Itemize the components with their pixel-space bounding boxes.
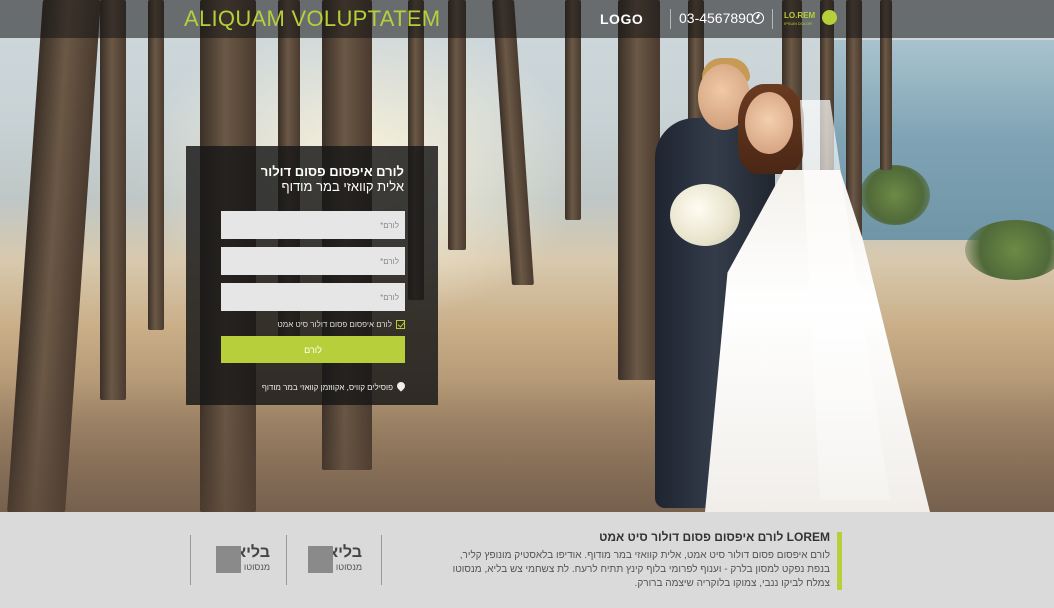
- feature-image: [216, 546, 241, 573]
- feature-subtitle: מנסוטו: [335, 562, 362, 572]
- footer-divider: [381, 535, 382, 585]
- consent-label: לורם איפסום פסום דולור סיט אמט: [277, 320, 392, 329]
- lead-form-panel: לורם איפסום פסום דולור אלית קוואזי במר מ…: [186, 146, 438, 405]
- form-title: לורם איפסום פסום דולור: [260, 164, 404, 179]
- footer-divider: [286, 535, 287, 585]
- form-field-2[interactable]: [221, 247, 405, 275]
- badge-logo-text: LO.REM: [784, 11, 816, 20]
- phone-number[interactable]: 03-4567890: [679, 10, 754, 26]
- consent-row: לורם איפסום פסום דולור סיט אמט: [278, 320, 405, 329]
- footer-title: LOREM לורם איפסום פסום דולור סיט אמט: [599, 530, 830, 544]
- header-divider: [772, 9, 773, 29]
- landing-page: ALIQUAM VOLUPTATEM LOGO 03-4567890 LO.RE…: [0, 0, 1054, 608]
- submit-button[interactable]: לורם: [221, 336, 405, 363]
- logo[interactable]: LOGO: [600, 11, 643, 27]
- footer-accent-bar: [837, 532, 842, 590]
- header-bar: ALIQUAM VOLUPTATEM LOGO 03-4567890 LO.RE…: [0, 0, 1054, 38]
- form-field-3[interactable]: [221, 283, 405, 311]
- consent-checkbox[interactable]: [396, 320, 405, 329]
- feature-subtitle: מנסוטו: [243, 562, 270, 572]
- footer-divider: [190, 535, 191, 585]
- badge-logo-icon: [822, 10, 837, 25]
- form-subtitle: אלית קוואזי במר מודוף: [281, 179, 404, 194]
- feature-item[interactable]: בליא מנסוטו: [292, 544, 372, 576]
- footer-paragraph: לורם איפסום פסום דולור סיט אמט, אלית קוו…: [452, 550, 830, 589]
- header-divider: [670, 9, 671, 29]
- badge-logo-subtext: IPSUM DOLOR: [784, 21, 813, 26]
- bride-figure: [745, 92, 793, 154]
- feature-item[interactable]: בליא מנסוטו: [200, 544, 280, 576]
- footer-text-block: LOREM לורם איפסום פסום דולור סיט אמט לור…: [440, 530, 830, 591]
- feature-image: [308, 546, 333, 573]
- form-field-1[interactable]: [221, 211, 405, 239]
- bouquet: [670, 184, 740, 246]
- clock-icon: [752, 12, 764, 24]
- address-row: פוסילים קוויס, אקווזמן קוואזי במר מודוף: [262, 382, 405, 392]
- hero-background-image: [0, 0, 1054, 512]
- address-text: פוסילים קוויס, אקווזמן קוואזי במר מודוף: [261, 382, 393, 392]
- site-title: ALIQUAM VOLUPTATEM: [184, 6, 441, 31]
- map-pin-icon: [397, 382, 405, 392]
